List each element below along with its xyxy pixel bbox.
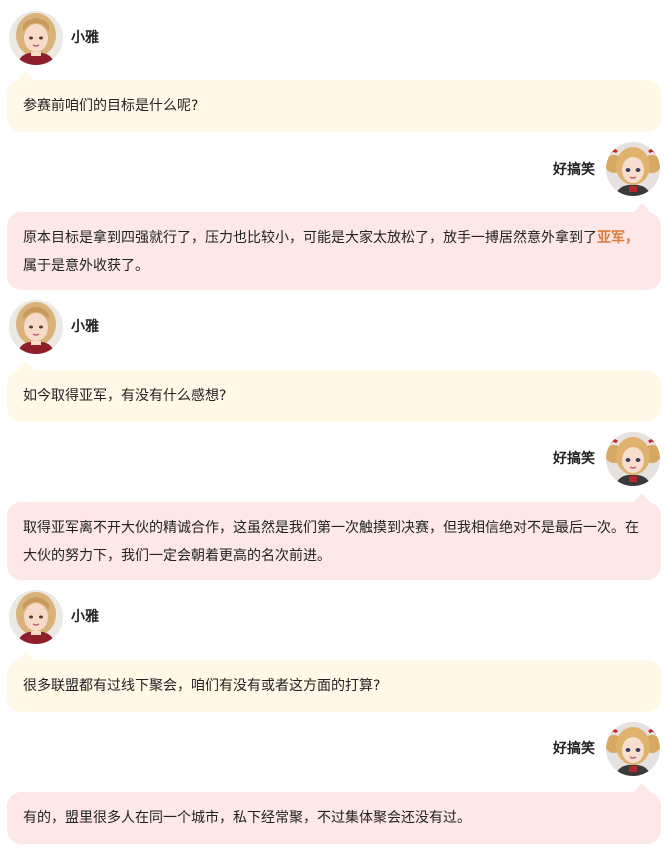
message-text: 很多联盟都有过线下聚会，咱们有没有或者这方面的打算? [23,678,381,694]
question-bubble: 如今取得亚军，有没有什么感想? [7,361,661,422]
answer-bubble: 取得亚军离不开大伙的精诚合作，这虽然是我们第一次触摸到决赛，但我相信绝对不是最后… [7,493,661,580]
question-bubble: 很多联盟都有过线下聚会，咱们有没有或者这方面的打算? [7,651,661,712]
girl-blonde-pigtails-avatar-icon [606,142,660,196]
speaker-name: 好搞笑 [553,451,595,467]
question-bubble: 参赛前咱们的目标是什么呢? [7,71,661,132]
speaker-name: 好搞笑 [553,162,595,178]
speaker-name: 小雅 [71,319,99,335]
message-text: 取得亚军离不开大伙的精诚合作，这虽然是我们第一次触摸到决赛，但我相信绝对不是最后… [23,520,639,564]
message-text: 如今取得亚军，有没有什么感想? [23,388,227,404]
speaker-name: 好搞笑 [553,741,595,757]
message-text: 参赛前咱们的目标是什么呢? [23,98,199,114]
speaker-name: 小雅 [71,609,99,625]
highlight-text: 亚军， [597,230,639,246]
message-text-part: 属于是意外收获了。 [23,258,149,274]
girl-blonde-pigtails-avatar-icon [606,722,660,776]
message-text: 有的，盟里很多人在同一个城市，私下经常聚，不过集体聚会还没有过。 [23,810,471,826]
message-text: 原本目标是拿到四强就行了，压力也比较小，可能是大家太放松了，放手一搏居然意外拿到… [23,224,645,280]
girl-blonde-avatar-icon [9,11,63,65]
answer-bubble: 有的，盟里很多人在同一个城市，私下经常聚，不过集体聚会还没有过。 [7,783,661,844]
girl-blonde-pigtails-avatar-icon [606,432,660,486]
girl-blonde-avatar-icon [9,300,63,354]
girl-blonde-avatar-icon [9,590,63,644]
speaker-name: 小雅 [71,30,99,46]
answer-bubble: 原本目标是拿到四强就行了，压力也比较小，可能是大家太放松了，放手一搏居然意外拿到… [7,203,661,290]
message-text-part: 原本目标是拿到四强就行了，压力也比较小，可能是大家太放松了，放手一搏居然意外拿到… [23,230,597,246]
